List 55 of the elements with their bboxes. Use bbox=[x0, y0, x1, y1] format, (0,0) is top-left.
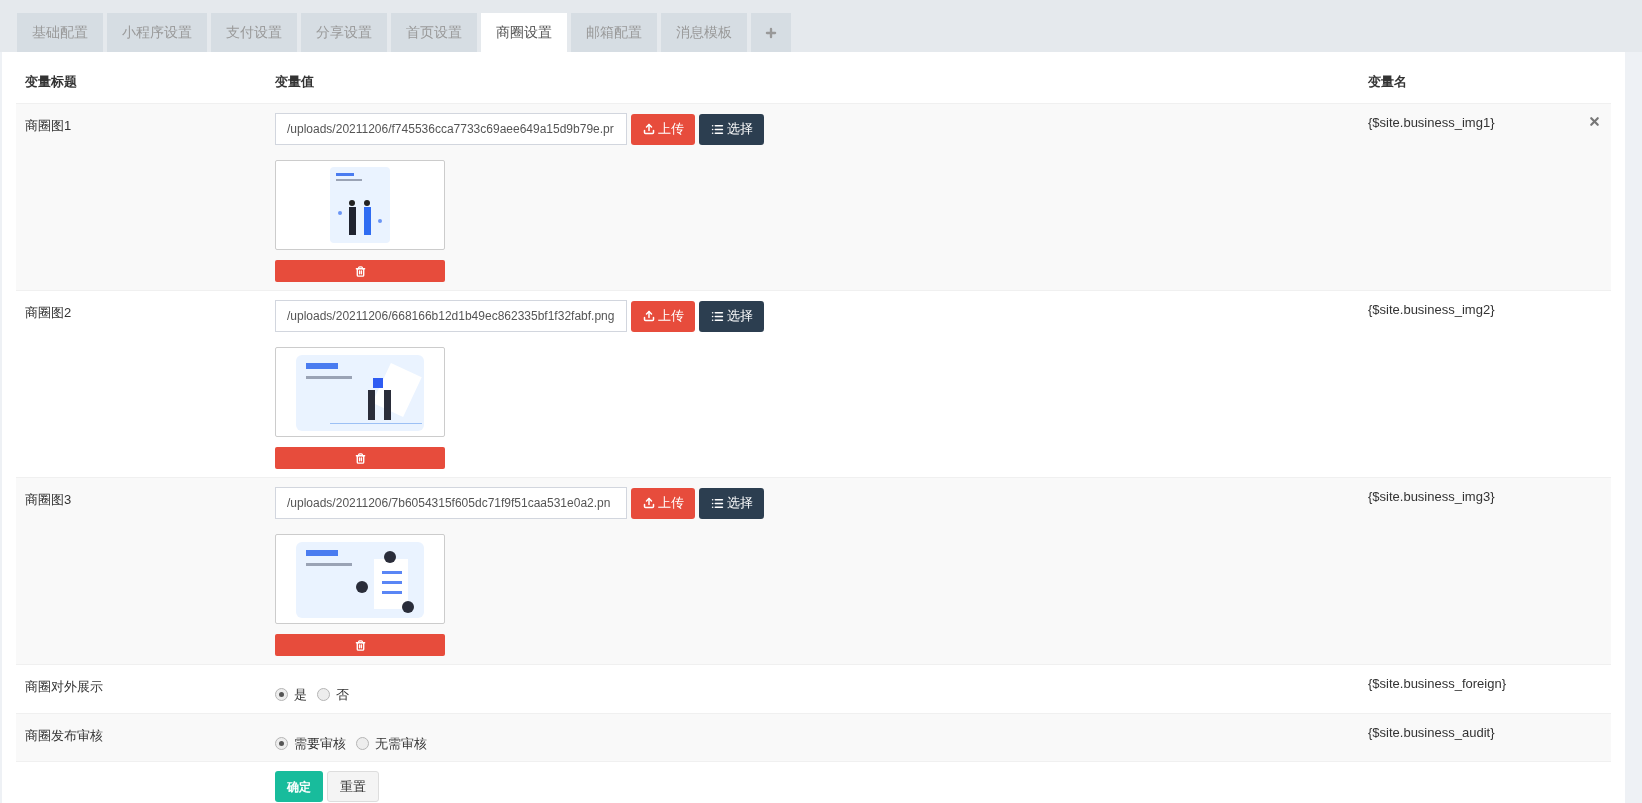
tab[interactable]: 首页设置 bbox=[391, 13, 477, 52]
tab[interactable]: 分享设置 bbox=[301, 13, 387, 52]
field-label: 商圈图2 bbox=[25, 305, 72, 320]
column-header: 变量标题 bbox=[24, 73, 78, 91]
select-button[interactable]: 选择 bbox=[699, 487, 764, 519]
trash-icon bbox=[354, 265, 366, 277]
list-icon bbox=[710, 122, 724, 136]
upload-button[interactable]: 上传 bbox=[631, 113, 695, 145]
radio-button[interactable] bbox=[317, 688, 330, 702]
list-icon bbox=[710, 309, 724, 323]
trash-icon bbox=[354, 452, 366, 464]
radio-button[interactable] bbox=[356, 736, 369, 750]
add-tab-button[interactable] bbox=[751, 13, 791, 52]
path-field[interactable]: /uploads/20211206/668166b12d1b49ec862335bf1f32fabf.png bbox=[275, 300, 627, 332]
radio-button[interactable] bbox=[275, 688, 288, 702]
reset-button[interactable]: 重置 bbox=[327, 771, 379, 802]
select-button[interactable]: 选择 bbox=[699, 113, 764, 145]
upload-icon bbox=[642, 123, 655, 135]
radio-label: 需要审核 bbox=[294, 734, 346, 753]
upload-button[interactable]: 上传 bbox=[631, 487, 695, 519]
radio-label: 无需审核 bbox=[375, 734, 427, 753]
confirm-button[interactable]: 确定 bbox=[275, 771, 323, 802]
field-label: 商圈图1 bbox=[25, 118, 72, 133]
radio-button[interactable] bbox=[275, 736, 288, 750]
variable-name: {$site.business_foreign} bbox=[1368, 675, 1507, 693]
column-header: 变量值 bbox=[274, 73, 315, 91]
trash-icon bbox=[354, 639, 366, 651]
upload-icon bbox=[642, 497, 655, 509]
tab[interactable]: 邮箱配置 bbox=[571, 13, 657, 52]
radio-label: 否 bbox=[336, 686, 349, 704]
upload-button[interactable]: 上传 bbox=[631, 300, 695, 332]
delete-button[interactable] bbox=[275, 260, 445, 282]
list-icon bbox=[710, 496, 724, 510]
path-field[interactable]: /uploads/20211206/7b6054315f605dc71f9f51caa531e0a2.pn bbox=[275, 487, 627, 519]
close-icon[interactable] bbox=[1588, 115, 1601, 128]
path-field[interactable]: /uploads/20211206/f745536cca7733c69aee649a15d9b79e.pr bbox=[275, 113, 627, 145]
plus-icon bbox=[764, 25, 778, 40]
delete-button[interactable] bbox=[275, 634, 445, 656]
upload-icon bbox=[642, 310, 655, 322]
field-label: 商圈图3 bbox=[25, 492, 72, 507]
field-label: 商圈发布审核 bbox=[25, 727, 103, 743]
tab[interactable]: 消息模板 bbox=[661, 13, 747, 52]
variable-name: {$site.business_img2} bbox=[1368, 301, 1495, 319]
variable-name: {$site.business_img1} bbox=[1368, 114, 1495, 132]
field-label: 商圈对外展示 bbox=[25, 679, 103, 694]
tab[interactable]: 商圈设置 bbox=[481, 13, 567, 52]
delete-button[interactable] bbox=[275, 447, 445, 469]
radio-label: 是 bbox=[294, 686, 307, 704]
select-button[interactable]: 选择 bbox=[699, 300, 764, 332]
column-header: 变量名 bbox=[1367, 73, 1407, 91]
tab[interactable]: 支付设置 bbox=[211, 13, 297, 52]
tab[interactable]: 基础配置 bbox=[17, 13, 103, 52]
variable-name: {$site.business_audit} bbox=[1368, 723, 1495, 742]
variable-name: {$site.business_img3} bbox=[1368, 488, 1495, 506]
tab[interactable]: 小程序设置 bbox=[107, 13, 207, 52]
